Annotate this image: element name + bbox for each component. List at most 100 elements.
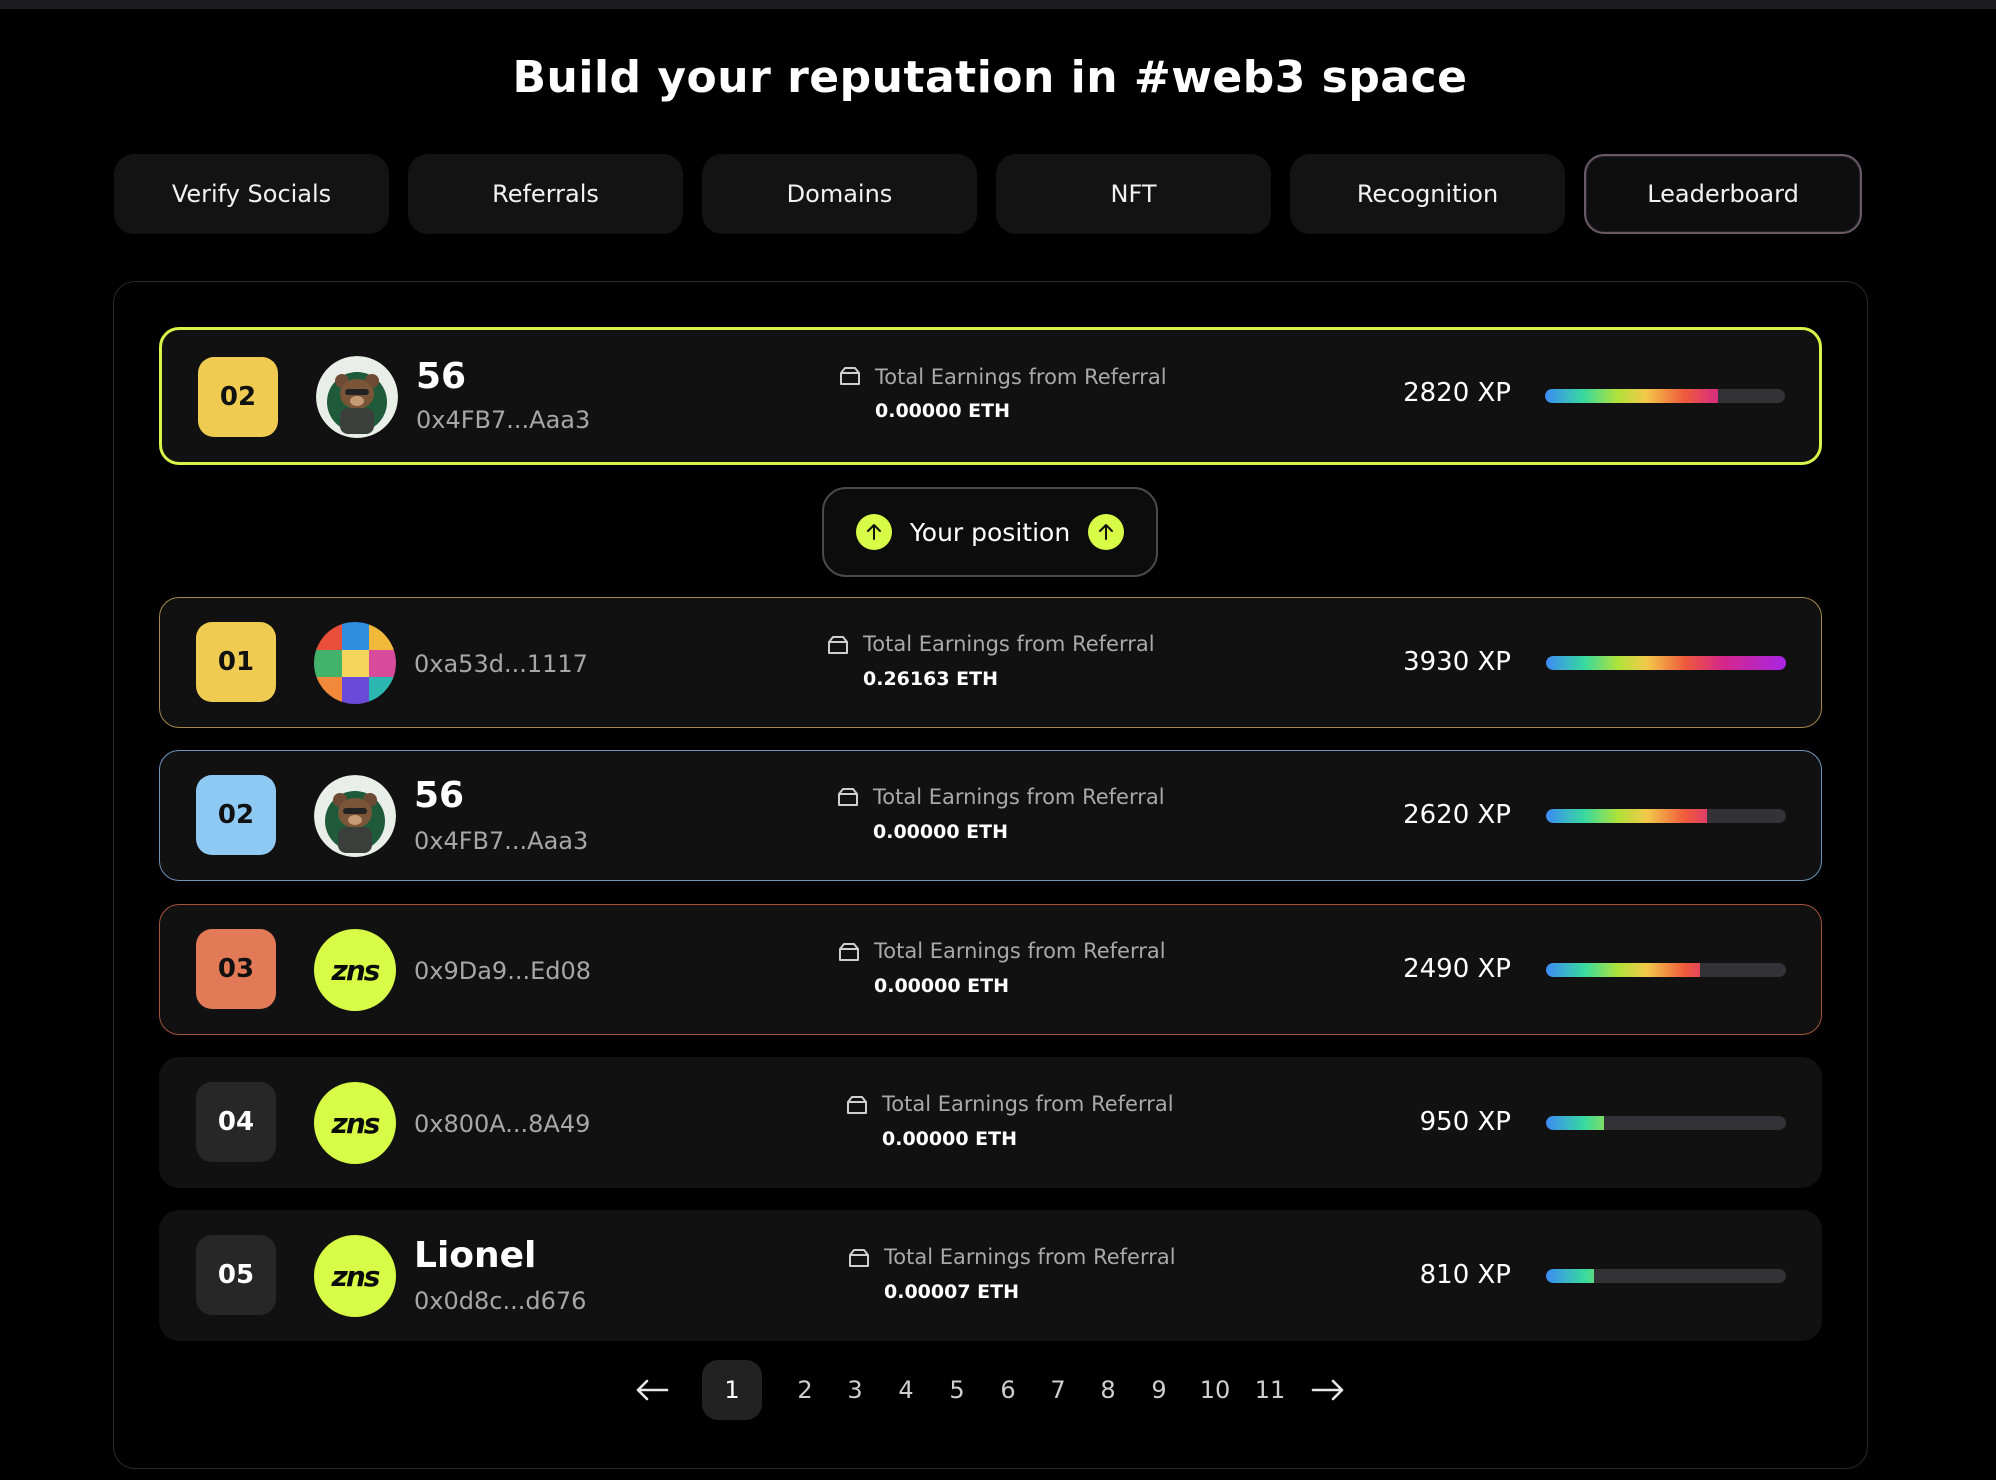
xp-progress-bar <box>1546 1116 1786 1130</box>
xp-progress-fill <box>1546 963 1700 977</box>
zns-logo-text: zns <box>331 953 381 987</box>
xp-value: 950 XP <box>1419 1107 1511 1137</box>
earnings-value: 0.00000 ETH <box>873 821 1008 843</box>
page-5-button[interactable]: 5 <box>942 1360 972 1420</box>
zns-logo-text: zns <box>331 1259 381 1293</box>
bear-avatar-icon <box>316 356 398 438</box>
earnings-value: 0.00000 ETH <box>874 975 1009 997</box>
leaderboard-row: 04 zns 0x800A...8A49 Total Earnings from… <box>159 1057 1822 1188</box>
pagination: 1 2 3 4 5 6 7 8 9 10 11 <box>0 1360 1996 1424</box>
wallet-address: 0x4FB7...Aaa3 <box>414 827 589 855</box>
page-11-button[interactable]: 11 <box>1255 1360 1286 1420</box>
wallet-address: 0x800A...8A49 <box>414 1110 591 1138</box>
page-3-button[interactable]: 3 <box>840 1360 870 1420</box>
wallet-address: 0x9Da9...Ed08 <box>414 957 592 985</box>
rank-badge: 02 <box>198 357 278 437</box>
zns-logo-text: zns <box>331 1106 381 1140</box>
wallet-icon <box>838 788 858 806</box>
earnings-label: Total Earnings from Referral <box>884 1245 1176 1269</box>
page-9-button[interactable]: 9 <box>1144 1360 1174 1420</box>
zns-logo-avatar: zns <box>314 1235 396 1317</box>
wallet-address: 0xa53d...1117 <box>414 650 588 678</box>
xp-value: 2820 XP <box>1403 378 1511 408</box>
wallet-address: 0x4FB7...Aaa3 <box>416 406 591 434</box>
tab-domains[interactable]: Domains <box>702 154 977 234</box>
tab-bar: Verify Socials Referrals Domains NFT Rec… <box>114 154 1862 234</box>
leaderboard-row: 02 56 0x4FB7...Aaa3 Total Earnings from … <box>159 750 1822 881</box>
wallet-address: 0x0d8c...d676 <box>414 1287 587 1315</box>
earnings-value: 0.00000 ETH <box>882 1128 1017 1150</box>
xp-value: 2620 XP <box>1403 800 1511 830</box>
xp-value: 810 XP <box>1419 1260 1511 1290</box>
wallet-icon <box>828 636 848 654</box>
wallet-icon <box>849 1249 869 1267</box>
arrow-up-icon <box>855 514 892 550</box>
zns-logo-avatar: zns <box>314 1082 396 1164</box>
earnings-label: Total Earnings from Referral <box>875 365 1167 389</box>
page-4-button[interactable]: 4 <box>891 1360 921 1420</box>
tab-verify-socials[interactable]: Verify Socials <box>114 154 389 234</box>
tab-label: Domains <box>786 180 893 208</box>
xp-progress-bar <box>1546 963 1786 977</box>
tab-label: NFT <box>1110 180 1157 208</box>
page-6-button[interactable]: 6 <box>993 1360 1023 1420</box>
earnings-label: Total Earnings from Referral <box>882 1092 1174 1116</box>
rank-badge: 03 <box>196 929 276 1009</box>
wallet-icon <box>839 943 859 961</box>
leaderboard-row: 03 zns 0x9Da9...Ed08 Total Earnings from… <box>159 904 1822 1035</box>
xp-progress-fill <box>1546 1269 1594 1283</box>
user-name: 56 <box>414 775 465 816</box>
bear-avatar <box>316 356 398 438</box>
your-position-label: Your position <box>909 517 1071 547</box>
wallet-icon <box>847 1096 867 1114</box>
wallet-icon <box>840 367 860 385</box>
tab-label: Leaderboard <box>1647 180 1799 208</box>
browser-top-strip <box>0 0 1996 9</box>
earnings-value: 0.00000 ETH <box>875 400 1010 422</box>
nft-collage-icon <box>314 622 396 704</box>
current-user-row: 02 56 0x4FB7...Aaa3 Total Earnings from … <box>159 327 1822 465</box>
tab-label: Referrals <box>492 180 599 208</box>
leaderboard-row: 01 0xa53d...1117 Total Earnings from Ref… <box>159 597 1822 728</box>
xp-progress-fill <box>1546 656 1786 670</box>
earnings-label: Total Earnings from Referral <box>873 785 1165 809</box>
xp-value: 2490 XP <box>1403 954 1511 984</box>
bear-avatar-icon <box>314 775 396 857</box>
xp-progress-bar <box>1546 656 1786 670</box>
rank-badge: 05 <box>196 1235 276 1315</box>
page-8-button[interactable]: 8 <box>1093 1360 1123 1420</box>
earnings-label: Total Earnings from Referral <box>863 632 1155 656</box>
bear-avatar <box>314 775 396 857</box>
tab-label: Recognition <box>1356 180 1499 208</box>
leaderboard-row: 05 zns Lionel 0x0d8c...d676 Total Earnin… <box>159 1210 1822 1341</box>
nft-collage-avatar <box>314 622 396 704</box>
earnings-label: Total Earnings from Referral <box>874 939 1166 963</box>
tab-nft[interactable]: NFT <box>996 154 1271 234</box>
page-2-button[interactable]: 2 <box>790 1360 820 1420</box>
page-7-button[interactable]: 7 <box>1043 1360 1073 1420</box>
earnings-value: 0.26163 ETH <box>863 668 998 690</box>
xp-progress-bar <box>1546 809 1786 823</box>
zns-logo-avatar: zns <box>314 929 396 1011</box>
earnings-value: 0.00007 ETH <box>884 1281 1019 1303</box>
arrow-right-icon[interactable] <box>1306 1360 1350 1420</box>
your-position-button[interactable]: Your position <box>822 487 1158 577</box>
xp-progress-fill <box>1545 389 1718 403</box>
leaderboard-panel: 02 56 0x4FB7...Aaa3 Total Earnings from … <box>113 281 1868 1469</box>
xp-progress-fill <box>1546 809 1707 823</box>
xp-progress-bar <box>1545 389 1785 403</box>
tab-referrals[interactable]: Referrals <box>408 154 683 234</box>
tab-recognition[interactable]: Recognition <box>1290 154 1565 234</box>
user-name: 56 <box>416 356 467 397</box>
arrow-up-icon <box>1088 514 1125 550</box>
page-1-button[interactable]: 1 <box>702 1360 762 1420</box>
rank-badge: 01 <box>196 622 276 702</box>
tab-leaderboard[interactable]: Leaderboard <box>1584 154 1862 234</box>
rank-badge: 02 <box>196 775 276 855</box>
user-name: Lionel <box>414 1235 537 1276</box>
xp-value: 3930 XP <box>1403 647 1511 677</box>
page-10-button[interactable]: 10 <box>1197 1360 1233 1420</box>
page-title: Build your reputation in #web3 space <box>512 52 1468 103</box>
xp-progress-bar <box>1546 1269 1786 1283</box>
arrow-left-icon[interactable] <box>630 1360 674 1420</box>
